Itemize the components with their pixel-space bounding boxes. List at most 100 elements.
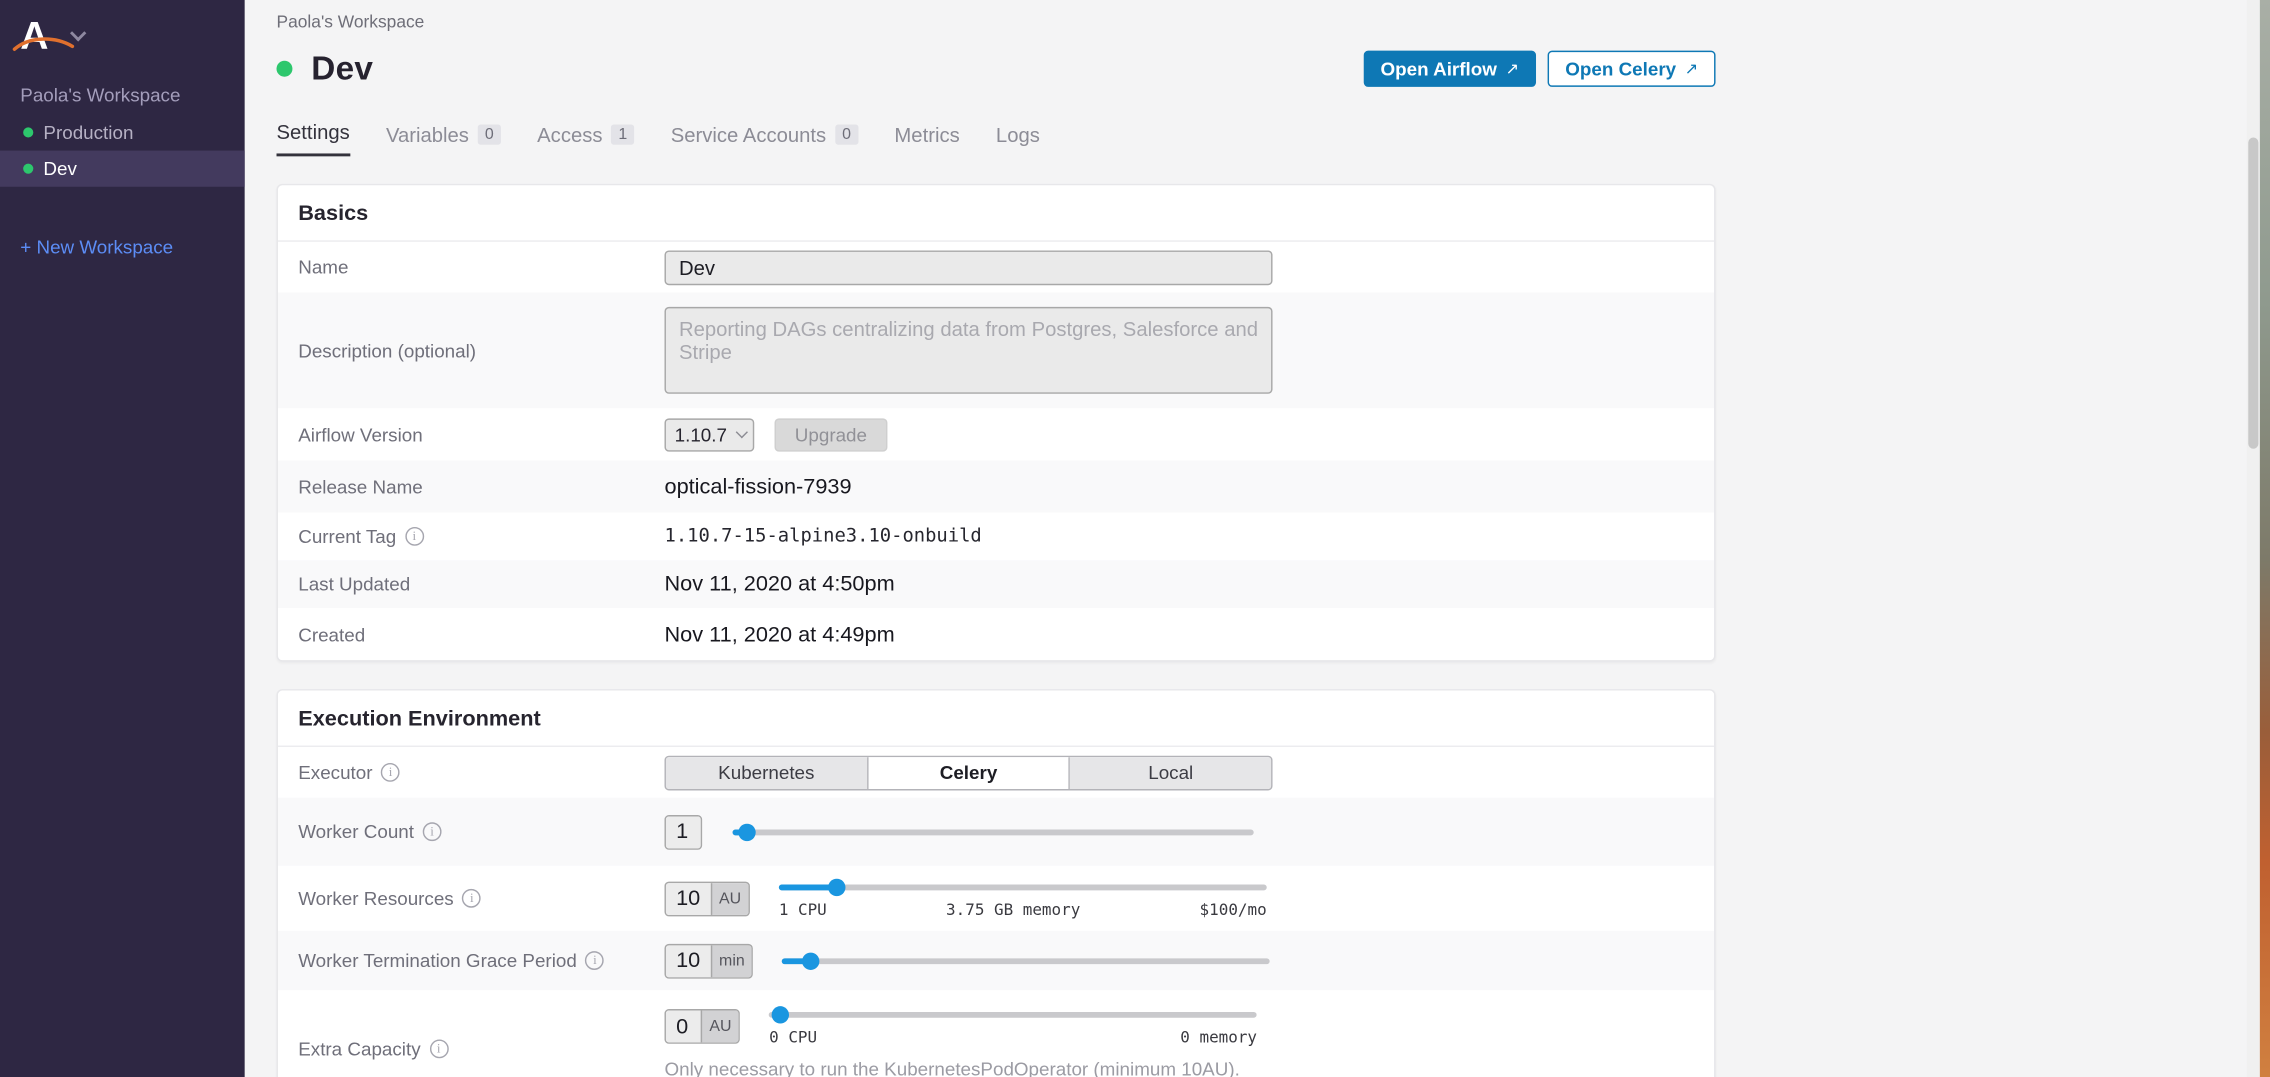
tab-logs[interactable]: Logs (996, 123, 1040, 156)
info-icon[interactable]: i (429, 1039, 448, 1058)
sidebar-item-dev[interactable]: Dev (0, 151, 245, 187)
open-airflow-button[interactable]: Open Airflow ↗ (1363, 50, 1536, 86)
created-value: Nov 11, 2020 at 4:49pm (664, 622, 894, 647)
open-celery-label: Open Celery (1565, 57, 1676, 79)
tab-access[interactable]: Access 1 (537, 123, 634, 156)
slider-thumb[interactable] (803, 952, 820, 969)
executor-option-celery[interactable]: Celery (868, 756, 1070, 788)
extra-capacity-label: Extra Capacity i (298, 1038, 664, 1060)
breadcrumb: Paola's Workspace (277, 0, 1716, 32)
executor-option-local[interactable]: Local (1070, 756, 1271, 788)
worker-resources-unit: AU (710, 882, 748, 914)
tab-service-accounts[interactable]: Service Accounts 0 (671, 123, 859, 156)
slider-thumb[interactable] (738, 823, 755, 840)
tab-label: Access (537, 123, 602, 146)
worker-count-slider[interactable] (733, 823, 1254, 840)
basics-card: Basics Name Description (optional) Airfl… (277, 184, 1716, 662)
info-icon[interactable]: i (381, 763, 400, 782)
worker-count-value: 1 (666, 816, 701, 848)
worker-count-label-text: Worker Count (298, 821, 414, 843)
tab-count-badge: 1 (611, 125, 634, 145)
chevron-down-icon (736, 426, 748, 438)
main-area: Paola's Workspace Dev Open Airflow ↗ Ope… (245, 0, 2249, 1077)
deployment-status-dot-icon (277, 60, 293, 76)
tab-label: Variables (386, 123, 469, 146)
grace-period-input[interactable]: 10 min (664, 943, 753, 978)
worker-resources-memory: 3.75 GB memory (946, 900, 1080, 919)
release-name-label: Release Name (298, 476, 664, 498)
executor-label: Executor i (298, 761, 664, 783)
description-input[interactable] (664, 307, 1272, 394)
astronomer-logo-icon[interactable]: A (20, 16, 48, 57)
tab-bar: Settings Variables 0 Access 1 Service Ac… (277, 120, 1716, 156)
grace-period-unit: min (710, 945, 752, 977)
tab-variables[interactable]: Variables 0 (386, 123, 501, 156)
tab-label: Metrics (894, 123, 959, 146)
worker-resources-price: $100/mo (1200, 900, 1267, 919)
extra-capacity-unit: AU (701, 1010, 739, 1042)
current-tag-value: 1.10.7-15-alpine3.10-onbuild (664, 526, 981, 548)
grace-period-label-text: Worker Termination Grace Period (298, 950, 577, 972)
created-label: Created (298, 623, 664, 645)
sidebar-item-label: Production (43, 122, 133, 144)
tab-metrics[interactable]: Metrics (894, 123, 959, 156)
extra-capacity-value: 0 (666, 1010, 701, 1042)
current-tag-label: Current Tag i (298, 526, 664, 548)
worker-resources-input[interactable]: 10 AU (664, 881, 749, 916)
slider-thumb[interactable] (772, 1006, 789, 1023)
description-label: Description (optional) (298, 339, 664, 361)
worker-resources-label-text: Worker Resources (298, 887, 453, 909)
external-link-icon: ↗ (1685, 59, 1698, 78)
executor-label-text: Executor (298, 761, 372, 783)
extra-capacity-input[interactable]: 0 AU (664, 1009, 740, 1044)
info-icon[interactable]: i (462, 889, 481, 908)
grace-period-value: 10 (666, 945, 710, 977)
tab-label: Service Accounts (671, 123, 826, 146)
open-celery-button[interactable]: Open Celery ↗ (1548, 50, 1716, 86)
logo-swoosh-icon (12, 33, 76, 53)
worker-resources-label: Worker Resources i (298, 887, 664, 909)
extra-capacity-help: Only necessary to run the KubernetesPodO… (664, 1058, 1257, 1077)
worker-count-input[interactable]: 1 (664, 814, 702, 849)
worker-resources-value: 10 (666, 882, 710, 914)
release-name-value: optical-fission-7939 (664, 474, 851, 499)
sidebar-workspace-label: Paola's Workspace (0, 58, 245, 114)
sidebar-item-production[interactable]: Production (0, 114, 245, 150)
new-workspace-link[interactable]: + New Workspace (20, 236, 224, 258)
last-updated-value: Nov 11, 2020 at 4:50pm (664, 572, 894, 597)
extra-capacity-slider[interactable] (769, 1006, 1257, 1023)
upgrade-button[interactable]: Upgrade (775, 418, 888, 451)
slider-thumb[interactable] (828, 878, 845, 895)
grace-period-slider[interactable] (782, 952, 1270, 969)
page-title: Dev (311, 48, 373, 87)
name-label: Name (298, 256, 664, 278)
worker-count-label: Worker Count i (298, 821, 664, 843)
worker-resources-cpu: 1 CPU (779, 900, 827, 919)
current-tag-label-text: Current Tag (298, 526, 396, 548)
external-link-icon: ↗ (1506, 59, 1519, 78)
info-icon[interactable]: i (423, 822, 442, 841)
extra-capacity-memory: 0 memory (1180, 1028, 1257, 1047)
execution-environment-card: Execution Environment Executor i Kuberne… (277, 689, 1716, 1077)
extra-capacity-label-text: Extra Capacity (298, 1038, 420, 1060)
last-updated-label: Last Updated (298, 573, 664, 595)
airflow-version-select[interactable]: 1.10.7 (664, 418, 754, 451)
app-window: A Paola's Workspace Production Dev + New… (0, 0, 2270, 1077)
status-dot-icon (23, 127, 33, 137)
tab-label: Settings (277, 120, 350, 143)
worker-resources-slider[interactable] (779, 878, 1267, 895)
basics-card-title: Basics (278, 185, 1714, 241)
info-icon[interactable]: i (405, 527, 424, 546)
name-input[interactable] (664, 250, 1272, 285)
sidebar: A Paola's Workspace Production Dev + New… (0, 0, 245, 1077)
vertical-scrollbar[interactable] (2247, 0, 2260, 1077)
tab-count-badge: 0 (835, 125, 858, 145)
tab-count-badge: 0 (478, 125, 501, 145)
info-icon[interactable]: i (586, 951, 605, 970)
open-airflow-label: Open Airflow (1380, 57, 1496, 79)
status-dot-icon (23, 164, 33, 174)
executor-option-kubernetes[interactable]: Kubernetes (666, 756, 868, 788)
scrollbar-thumb[interactable] (2248, 138, 2258, 449)
tab-settings[interactable]: Settings (277, 120, 350, 156)
desktop-background-edge (2260, 0, 2270, 1077)
